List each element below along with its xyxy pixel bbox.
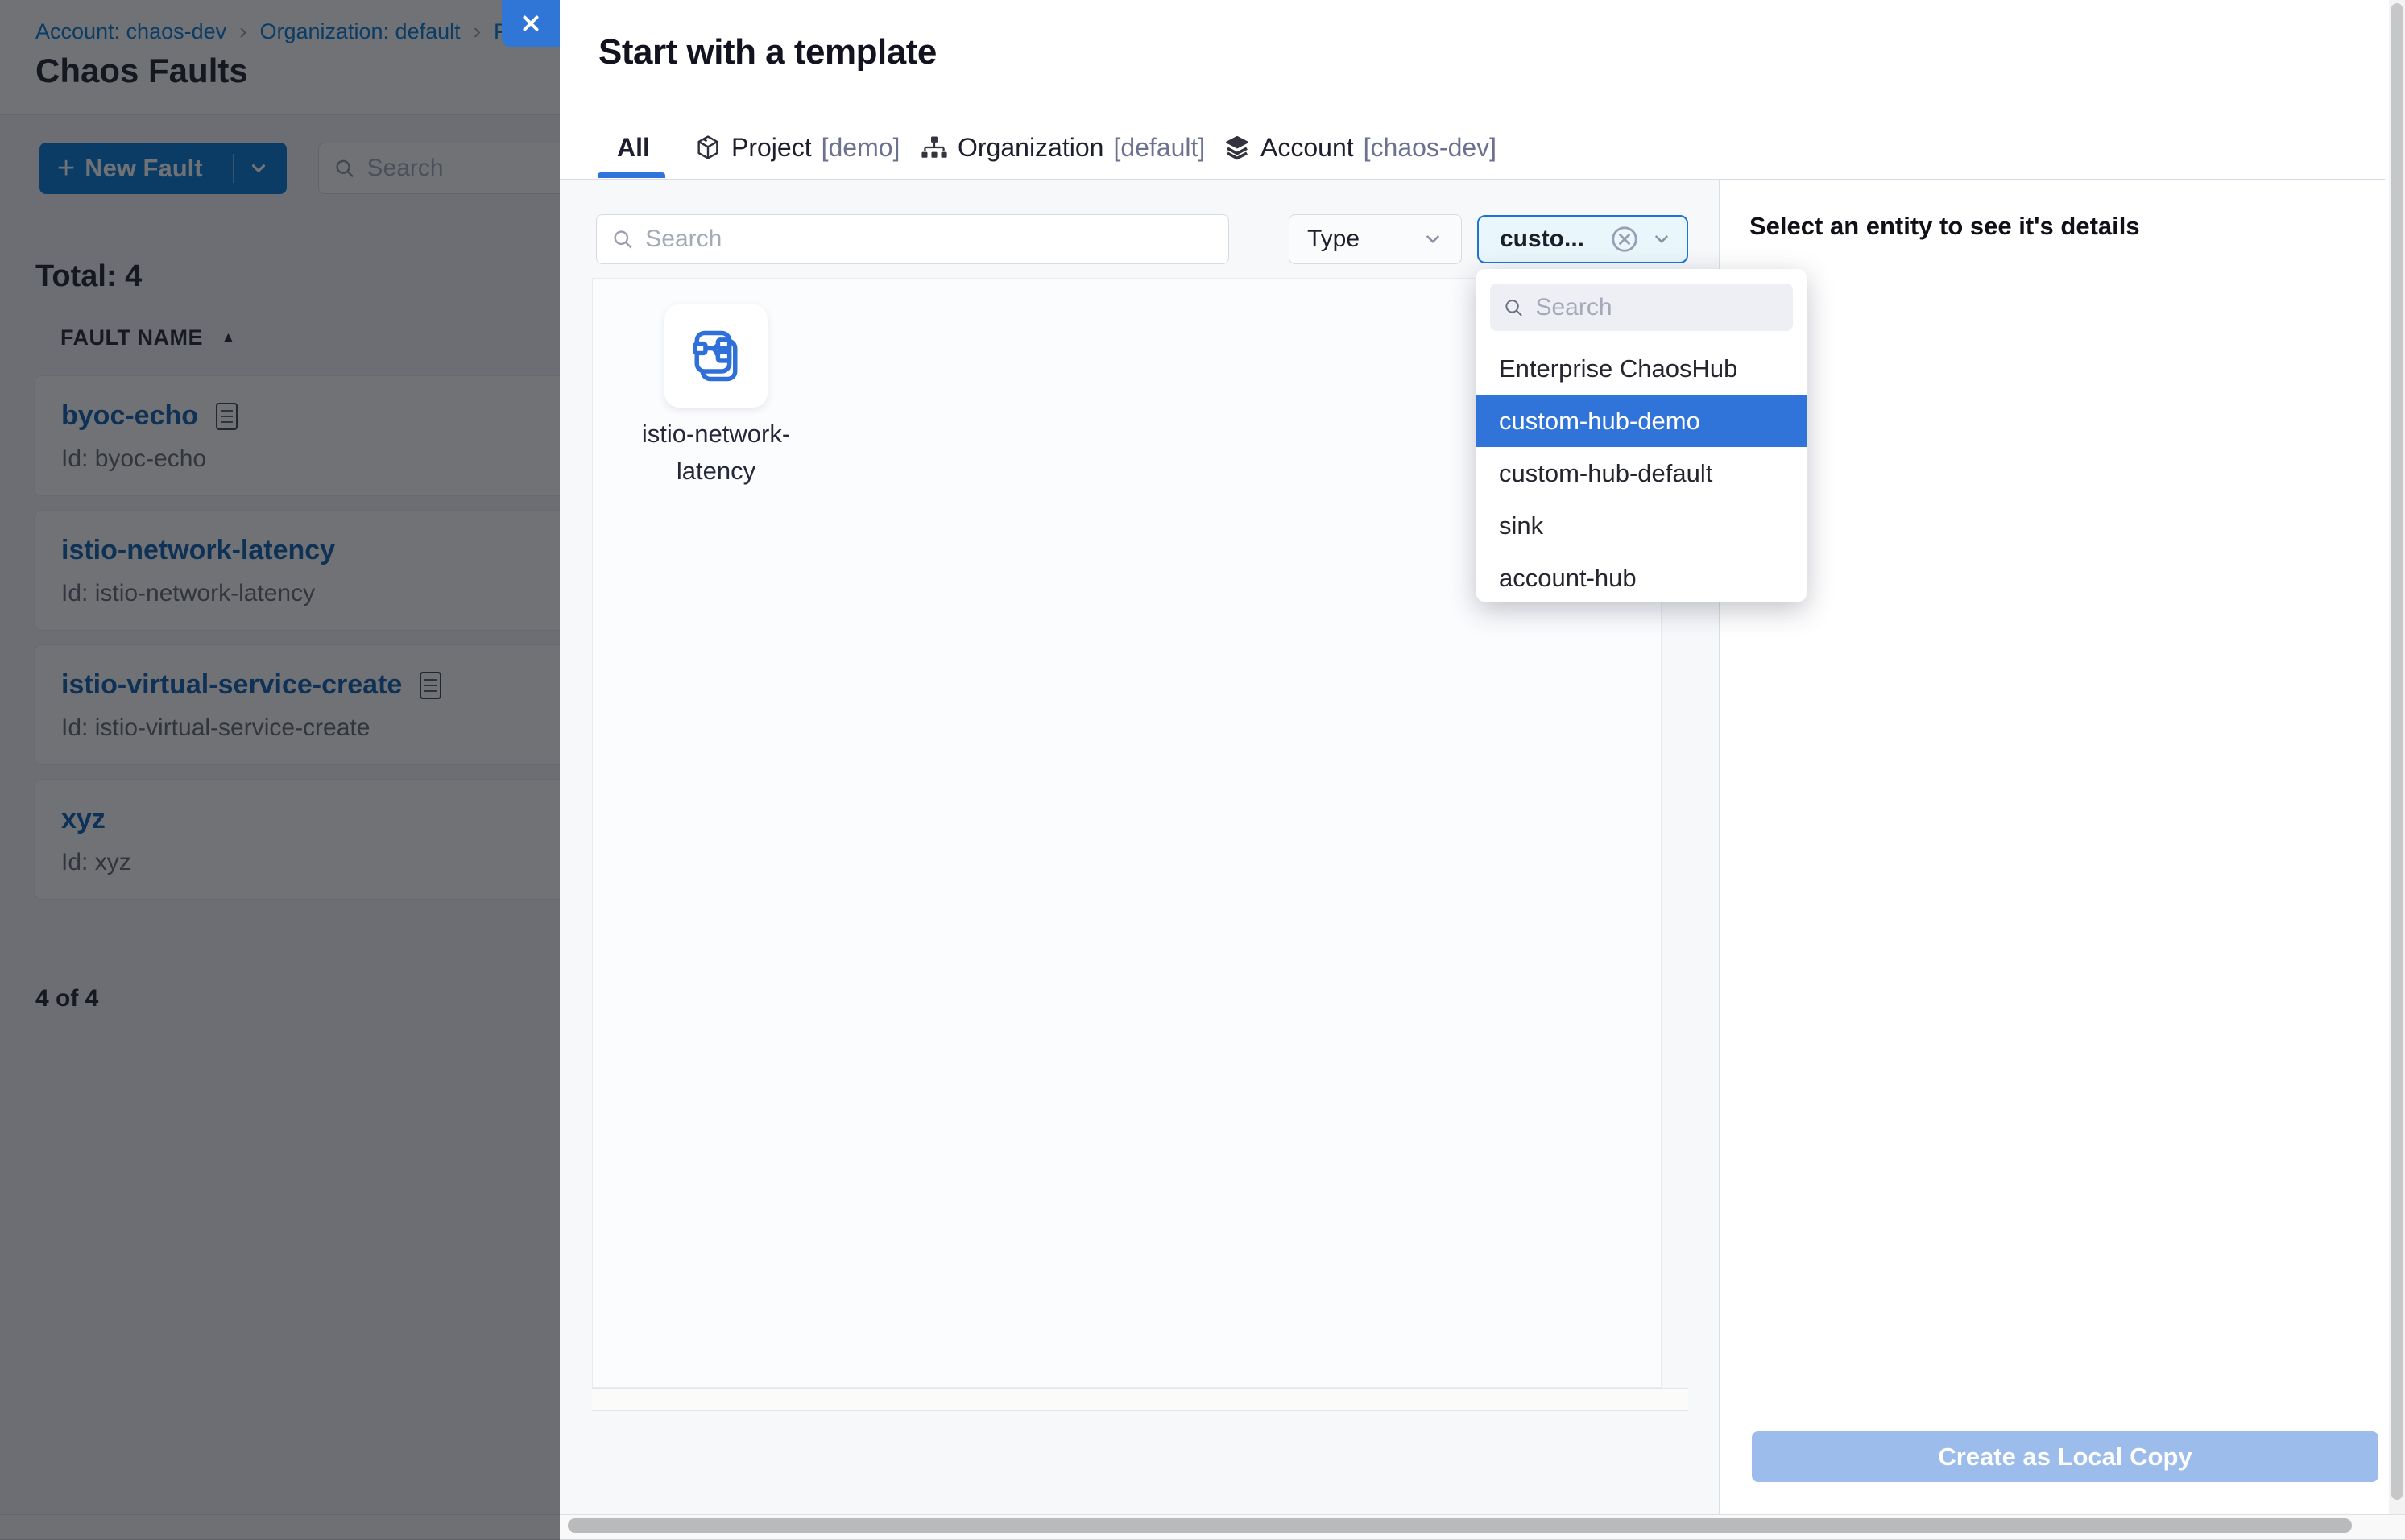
template-card-label: istio-network- latency: [619, 416, 813, 490]
menu-item-sink[interactable]: sink: [1476, 499, 1807, 552]
clear-filter-icon[interactable]: [1609, 224, 1640, 255]
details-panel: Select an entity to see it's details Cre…: [1720, 180, 2389, 1514]
dropdown-search-box[interactable]: [1490, 284, 1793, 331]
vertical-scrollbar-thumb[interactable]: [2391, 3, 2403, 1500]
close-button[interactable]: [502, 0, 560, 47]
chaoshub-filter-dropdown[interactable]: custo...: [1477, 215, 1688, 263]
modal-title: Start with a template: [598, 32, 937, 72]
app: Account: chaos-dev › Organization: defau…: [0, 0, 2405, 1540]
tab-account[interactable]: Account [chaos-dev]: [1223, 122, 1496, 172]
tab-label: Project: [731, 133, 812, 163]
tab-organization[interactable]: Organization [default]: [921, 122, 1205, 172]
layers-icon: [1223, 134, 1251, 161]
template-card-istio-network-latency[interactable]: [664, 304, 768, 408]
modal-overlay[interactable]: [0, 0, 560, 1540]
horizontal-scrollbar-thumb[interactable]: [568, 1518, 2352, 1533]
template-grid-hscrollbar[interactable]: [592, 1388, 1688, 1411]
type-filter-label: Type: [1307, 226, 1360, 253]
chaoshub-dropdown-menu: Enterprise ChaosHub custom-hub-demo cust…: [1476, 269, 1807, 602]
template-search-box[interactable]: [596, 214, 1229, 264]
active-tab-underline: [598, 172, 665, 178]
start-with-template-modal: Start with a template All Project [demo]…: [560, 0, 2405, 1514]
menu-item-account-hub[interactable]: account-hub: [1476, 552, 1807, 604]
type-filter-dropdown[interactable]: Type: [1289, 214, 1462, 264]
create-local-copy-button[interactable]: Create as Local Copy: [1752, 1431, 2378, 1482]
tab-project[interactable]: Project [demo]: [694, 122, 900, 172]
tab-scope-badge: [demo]: [822, 133, 900, 163]
menu-item-custom-hub-default[interactable]: custom-hub-default: [1476, 447, 1807, 499]
close-icon: [519, 11, 543, 35]
template-search-input[interactable]: [645, 226, 1214, 253]
chaoshub-filter-value: custo...: [1500, 226, 1584, 253]
dropdown-search-input[interactable]: [1535, 294, 1780, 321]
tab-scope-badge: [default]: [1113, 133, 1205, 163]
cube-icon: [694, 134, 722, 161]
menu-item-enterprise-chaoshub[interactable]: Enterprise ChaosHub: [1476, 342, 1807, 395]
org-chart-icon: [921, 134, 948, 161]
fault-template-icon: [685, 325, 747, 387]
tab-label: Account: [1260, 133, 1354, 163]
tab-label: Organization: [958, 133, 1103, 163]
tab-scope-badge: [chaos-dev]: [1364, 133, 1496, 163]
tab-label: All: [617, 133, 650, 163]
search-icon: [611, 227, 634, 251]
template-label-line1: istio-network-: [642, 420, 790, 448]
search-icon: [1503, 296, 1524, 320]
menu-item-custom-hub-demo[interactable]: custom-hub-demo: [1476, 395, 1807, 447]
details-placeholder-text: Select an entity to see it's details: [1749, 212, 2140, 241]
template-label-line2: latency: [677, 457, 755, 485]
tab-all[interactable]: All: [617, 122, 650, 172]
chevron-down-icon: [1651, 229, 1672, 250]
chevron-down-icon: [1422, 229, 1443, 250]
